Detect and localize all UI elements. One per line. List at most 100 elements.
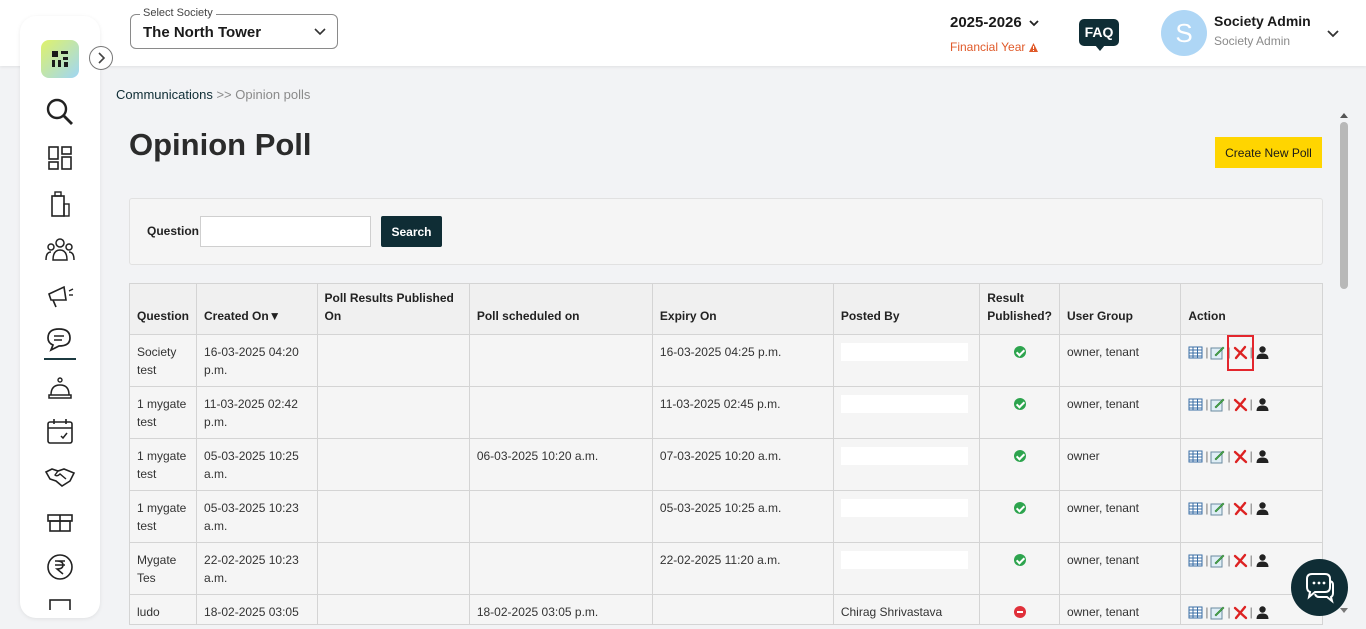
sidebar-item-community[interactable] bbox=[44, 234, 76, 266]
column-header-result-published: Result Published? bbox=[979, 283, 1060, 335]
cell-posted-by bbox=[832, 386, 981, 439]
sidebar-item-building[interactable] bbox=[44, 189, 76, 221]
cell-expiry-on: 05-03-2025 10:25 a.m. bbox=[651, 490, 834, 543]
delete-icon[interactable] bbox=[1233, 553, 1248, 568]
rupee-icon bbox=[47, 554, 73, 580]
column-header-posted-by: Posted By bbox=[832, 283, 981, 335]
app-logo[interactable] bbox=[41, 40, 79, 78]
scroll-up-arrow-icon[interactable] bbox=[1337, 110, 1351, 120]
action-separator: | bbox=[1249, 449, 1253, 463]
action-separator: | bbox=[1249, 501, 1253, 515]
cell-scheduled-on bbox=[468, 542, 653, 595]
delete-icon[interactable] bbox=[1233, 397, 1248, 412]
edit-icon[interactable] bbox=[1210, 553, 1225, 568]
delete-icon[interactable] bbox=[1233, 605, 1248, 620]
column-header-scheduled-on: Poll scheduled on bbox=[468, 283, 653, 335]
sidebar-item-communications[interactable] bbox=[44, 324, 76, 356]
view-results-icon[interactable] bbox=[1188, 345, 1203, 360]
delete-icon[interactable] bbox=[1233, 449, 1248, 464]
cell-published-on bbox=[316, 542, 470, 595]
action-separator: | bbox=[1205, 345, 1209, 359]
action-separator: | bbox=[1205, 605, 1209, 619]
sidebar-item-more[interactable] bbox=[44, 596, 76, 610]
sidebar-item-offers[interactable] bbox=[44, 505, 76, 537]
sidebar-item-search[interactable] bbox=[44, 96, 76, 128]
user-icon[interactable] bbox=[1255, 397, 1270, 412]
view-results-icon[interactable] bbox=[1188, 501, 1203, 516]
action-separator: | bbox=[1227, 605, 1231, 619]
sidebar-item-calendar[interactable] bbox=[44, 416, 76, 448]
action-separator: | bbox=[1205, 449, 1209, 463]
edit-icon[interactable] bbox=[1210, 345, 1225, 360]
check-circle-icon bbox=[1013, 450, 1026, 462]
top-header: Select Society The North Tower 2025-2026… bbox=[0, 0, 1366, 66]
edit-icon[interactable] bbox=[1210, 397, 1225, 412]
page-scrollbar[interactable] bbox=[1337, 108, 1351, 618]
more-icon bbox=[49, 599, 71, 610]
edit-icon[interactable] bbox=[1210, 605, 1225, 620]
edit-icon[interactable] bbox=[1210, 449, 1225, 464]
edit-icon[interactable] bbox=[1210, 501, 1225, 516]
cell-actions: | | | bbox=[1180, 438, 1323, 491]
calendar-icon bbox=[47, 419, 73, 444]
search-button[interactable]: Search bbox=[381, 216, 442, 247]
column-header-created-on[interactable]: Created On▼ bbox=[196, 283, 318, 335]
sidebar-item-dashboard[interactable] bbox=[44, 142, 76, 174]
redacted-name bbox=[840, 395, 969, 413]
chat-support-button[interactable] bbox=[1291, 559, 1348, 616]
user-icon[interactable] bbox=[1255, 345, 1270, 360]
sidebar-item-partners[interactable] bbox=[44, 460, 76, 492]
cell-actions: | | | bbox=[1180, 490, 1323, 543]
delete-icon[interactable] bbox=[1233, 345, 1248, 360]
action-separator: | bbox=[1249, 605, 1253, 619]
column-header-action: Action bbox=[1180, 283, 1323, 335]
cell-actions: | | | bbox=[1180, 334, 1323, 387]
view-results-icon[interactable] bbox=[1188, 397, 1203, 412]
column-header-published-on: Poll Results Published On bbox=[316, 283, 470, 335]
cell-result-published bbox=[979, 542, 1060, 595]
question-label: Question bbox=[147, 224, 200, 238]
user-icon[interactable] bbox=[1255, 449, 1270, 464]
financial-year-selector[interactable]: 2025-2026 Financial Year bbox=[950, 14, 1040, 54]
society-select[interactable]: Select Society The North Tower bbox=[130, 7, 338, 49]
avatar[interactable]: S bbox=[1161, 10, 1207, 56]
action-separator: | bbox=[1249, 345, 1253, 359]
breadcrumb-communications-link[interactable]: Communications bbox=[116, 87, 213, 102]
view-results-icon[interactable] bbox=[1188, 553, 1203, 568]
breadcrumb-current: Opinion polls bbox=[235, 87, 311, 102]
view-results-icon[interactable] bbox=[1188, 449, 1203, 464]
action-separator: | bbox=[1227, 397, 1231, 411]
scroll-thumb[interactable] bbox=[1340, 122, 1348, 289]
user-icon[interactable] bbox=[1255, 501, 1270, 516]
view-results-icon[interactable] bbox=[1188, 605, 1203, 620]
cell-created-on: 11-03-2025 02:42 p.m. bbox=[196, 386, 318, 439]
redacted-name bbox=[840, 343, 969, 361]
cell-published-on bbox=[316, 438, 470, 491]
table-row: Society test 16-03-2025 04:20 p.m. 16-03-2… bbox=[128, 334, 1323, 387]
cell-published-on bbox=[316, 490, 470, 543]
check-circle-icon bbox=[1013, 398, 1026, 410]
create-new-poll-button[interactable]: Create New Poll bbox=[1215, 137, 1322, 168]
sidebar bbox=[20, 16, 100, 618]
cell-result-published bbox=[979, 334, 1060, 387]
chevron-down-icon[interactable] bbox=[1326, 26, 1340, 40]
delete-icon[interactable] bbox=[1233, 501, 1248, 516]
table-row: Mygate Tes 22-02-2025 10:23 a.m. 22-02-202… bbox=[128, 542, 1323, 595]
user-icon[interactable] bbox=[1255, 553, 1270, 568]
sidebar-item-payments[interactable] bbox=[44, 551, 76, 583]
question-search-input[interactable] bbox=[200, 216, 371, 247]
redacted-name bbox=[840, 551, 969, 569]
sidebar-item-services[interactable] bbox=[44, 371, 76, 403]
society-select-label: Select Society bbox=[140, 7, 216, 19]
sidebar-toggle-button[interactable] bbox=[89, 46, 113, 70]
page-title: Opinion Poll bbox=[129, 127, 312, 162]
cell-expiry-on: 22-02-2025 11:20 a.m. bbox=[651, 542, 834, 595]
cell-scheduled-on: 06-03-2025 10:20 a.m. bbox=[468, 438, 653, 491]
cell-published-on bbox=[316, 334, 470, 387]
user-icon[interactable] bbox=[1255, 605, 1270, 620]
cell-expiry-on: 07-03-2025 10:20 a.m. bbox=[651, 438, 834, 491]
faq-button[interactable]: FAQ bbox=[1079, 19, 1119, 51]
dashboard-icon bbox=[48, 146, 72, 170]
search-panel: Question Search bbox=[129, 198, 1323, 265]
sidebar-item-announcements[interactable] bbox=[44, 280, 76, 312]
